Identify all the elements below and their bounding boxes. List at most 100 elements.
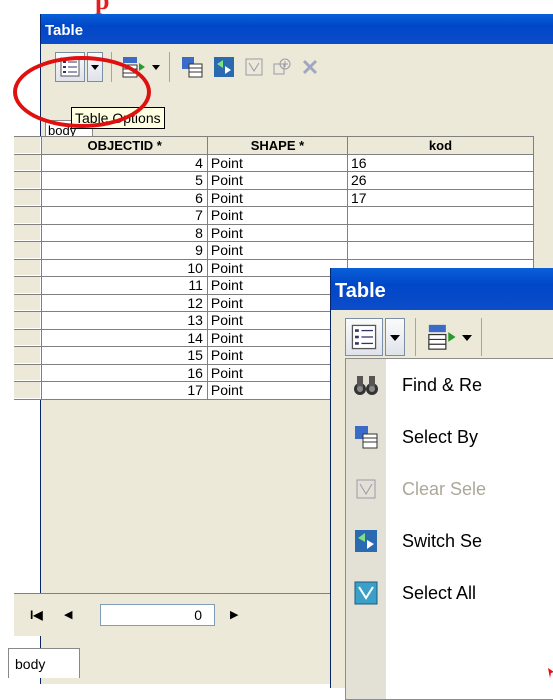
row-selector[interactable] [14, 277, 43, 295]
menu-item-select-all[interactable]: Select All [346, 569, 553, 619]
cell-objectid[interactable]: 14 [42, 329, 208, 347]
cell-shape[interactable]: Point [207, 207, 348, 225]
row-selector[interactable] [14, 224, 43, 242]
table-row[interactable]: 6 Point 17 [14, 189, 535, 207]
cell-kod[interactable] [347, 207, 535, 225]
cell-objectid[interactable]: 16 [42, 364, 208, 382]
cell-shape[interactable]: Point [207, 312, 348, 330]
clear-selection-icon [245, 58, 263, 76]
menu-item-label: Select By [402, 427, 479, 447]
cell-shape[interactable]: Point [207, 382, 348, 400]
table-options-menu: Find & Re Select By Clear Sele Switch Se… [345, 358, 553, 700]
cell-objectid[interactable]: 5 [42, 172, 208, 190]
row-selector[interactable] [14, 347, 43, 365]
cell-objectid[interactable]: 7 [42, 207, 208, 225]
cell-objectid[interactable]: 6 [42, 189, 208, 207]
table-header-row: OBJECTID * SHAPE * kod [14, 137, 535, 155]
row-selector[interactable] [14, 242, 43, 260]
cell-shape[interactable]: Point [207, 294, 348, 312]
table-row[interactable]: 7 Point [14, 207, 535, 225]
cell-shape[interactable]: Point [207, 329, 348, 347]
mouse-cursor-icon [548, 668, 553, 678]
row-selector[interactable] [14, 329, 43, 347]
cell-objectid[interactable]: 11 [42, 277, 208, 295]
zoom-to-selected-button[interactable] [269, 52, 295, 82]
cell-shape[interactable]: Point [207, 347, 348, 365]
zoom-to-selected-icon [273, 58, 291, 75]
first-record-button[interactable]: I◀ [30, 608, 43, 622]
select-by-attributes-button[interactable] [177, 52, 207, 82]
tab-body-bottom[interactable]: body [8, 648, 80, 678]
cell-objectid[interactable]: 12 [42, 294, 208, 312]
chevron-down-icon [152, 65, 160, 70]
current-record-field[interactable]: 0 [100, 604, 215, 626]
table-window-front: Table Find & Re Select By Clear Sele Swi… [330, 268, 553, 700]
row-selector[interactable] [14, 364, 43, 382]
cell-objectid[interactable]: 10 [42, 259, 208, 277]
cell-shape[interactable]: Point [207, 242, 348, 260]
related-tables-button[interactable] [423, 318, 459, 356]
window-title: Table [45, 22, 84, 39]
cell-shape[interactable]: Point [207, 154, 348, 172]
window-title-bar[interactable]: Table [331, 268, 553, 310]
cell-objectid[interactable]: 4 [42, 154, 208, 172]
table-options-button[interactable] [345, 318, 383, 356]
cell-objectid[interactable]: 13 [42, 312, 208, 330]
row-selector-header[interactable] [14, 137, 43, 155]
switch-selection-icon [214, 57, 234, 77]
window-title-bar[interactable]: Table [41, 14, 553, 44]
switch-selection-button[interactable] [209, 52, 239, 82]
select-by-attributes-icon [352, 423, 380, 451]
table-options-dropdown[interactable] [385, 318, 405, 356]
row-selector[interactable] [14, 172, 43, 190]
menu-item-label: Switch Se [402, 531, 483, 551]
row-selector[interactable] [14, 259, 43, 277]
cell-shape[interactable]: Point [207, 224, 348, 242]
menu-item-label: Find & Re [402, 375, 483, 395]
delete-selected-button[interactable] [297, 52, 323, 82]
cell-kod[interactable]: 17 [347, 189, 535, 207]
cell-shape[interactable]: Point [207, 364, 348, 382]
table-row[interactable]: 8 Point [14, 224, 535, 242]
chevron-down-icon [462, 335, 472, 341]
table-options-icon [351, 324, 377, 350]
cell-shape[interactable]: Point [207, 277, 348, 295]
binoculars-icon [352, 371, 380, 399]
next-record-button[interactable]: ▶ [230, 608, 238, 621]
row-selector[interactable] [14, 207, 43, 225]
row-selector[interactable] [14, 382, 43, 400]
cell-kod[interactable] [347, 224, 535, 242]
table-row[interactable]: 5 Point 26 [14, 172, 535, 190]
column-header-objectid[interactable]: OBJECTID * [42, 137, 208, 155]
menu-item-find-replace[interactable]: Find & Re [346, 361, 553, 411]
related-tables-dropdown[interactable] [459, 318, 475, 356]
cell-objectid[interactable]: 17 [42, 382, 208, 400]
clear-selection-icon [352, 475, 380, 503]
row-selector[interactable] [14, 294, 43, 312]
cell-objectid[interactable]: 8 [42, 224, 208, 242]
column-header-shape[interactable]: SHAPE * [207, 137, 348, 155]
table-row[interactable]: 9 Point [14, 242, 535, 260]
row-selector[interactable] [14, 189, 43, 207]
clear-selection-button[interactable] [241, 52, 267, 82]
cell-objectid[interactable]: 9 [42, 242, 208, 260]
cell-shape[interactable]: Point [207, 189, 348, 207]
cell-shape[interactable]: Point [207, 172, 348, 190]
cell-shape[interactable]: Point [207, 259, 348, 277]
cell-kod[interactable]: 26 [347, 172, 535, 190]
row-selector[interactable] [14, 154, 43, 172]
cell-objectid[interactable]: 15 [42, 347, 208, 365]
related-tables-dropdown[interactable] [149, 52, 163, 82]
previous-record-button[interactable]: ◀ [64, 608, 72, 621]
row-selector[interactable] [14, 312, 43, 330]
menu-item-switch-selection[interactable]: Switch Se [346, 517, 553, 567]
chevron-down-icon [390, 335, 400, 341]
cell-kod[interactable] [347, 242, 535, 260]
table-row[interactable]: 4 Point 16 [14, 154, 535, 172]
cell-kod[interactable]: 16 [347, 154, 535, 172]
menu-item-label: Clear Sele [402, 479, 487, 499]
menu-item-select-by-attributes[interactable]: Select By [346, 413, 553, 463]
menu-item-label: Select All [402, 583, 477, 603]
column-header-kod[interactable]: kod [347, 137, 535, 155]
menu-item-clear-selection[interactable]: Clear Sele [346, 465, 553, 515]
